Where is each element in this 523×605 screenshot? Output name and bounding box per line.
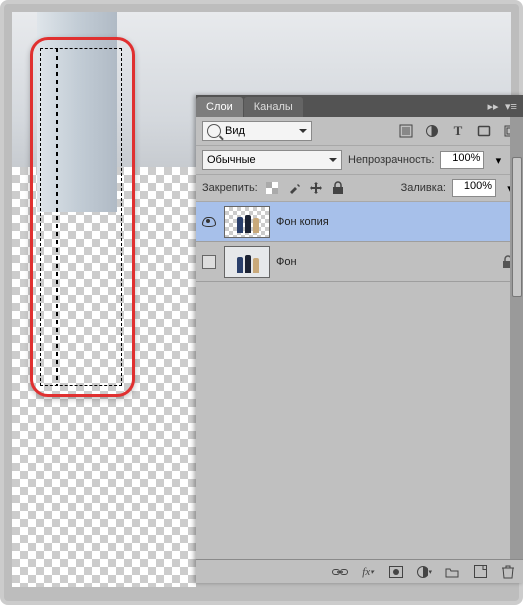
scrollbar-thumb[interactable] [512,157,522,297]
fx-icon[interactable]: fx▾ [360,564,376,580]
adjustment-layer-icon[interactable]: ▾ [416,564,432,580]
marquee-selection-inner [56,48,58,386]
layer-row[interactable]: Фон [196,242,523,282]
panel-body: Вид T Обычные Непрозрачность: [196,117,523,583]
layer-thumbnail[interactable] [224,246,270,278]
panel-footer: fx▾ ▾ [196,559,523,583]
shape-filter-icon[interactable] [476,123,492,139]
adjustment-filter-icon[interactable] [424,123,440,139]
lock-label: Закрепить: [202,182,258,194]
layer-name[interactable]: Фон [276,256,496,268]
checkbox-icon [202,255,216,269]
tab-channels[interactable]: Каналы [244,97,303,117]
kind-label: Вид [225,125,245,137]
fill-label: Заливка: [401,182,446,194]
pixel-filter-icon[interactable] [398,123,414,139]
lock-transparency-icon[interactable] [264,180,280,196]
app-frame: Слои Каналы ▸▸ ▾≡ Вид T [0,0,523,605]
opacity-input[interactable]: 100% [440,151,484,169]
visibility-toggle[interactable] [200,253,218,271]
panel-scrollbar[interactable] [510,117,523,559]
trash-icon[interactable] [500,564,516,580]
lock-paint-icon[interactable] [286,180,302,196]
group-icon[interactable] [444,564,460,580]
mask-icon[interactable] [388,564,404,580]
blend-mode-dropdown[interactable]: Обычные [202,150,342,170]
collapse-icon[interactable]: ▸▸ [486,99,500,113]
eye-icon [202,217,216,227]
lock-move-icon[interactable] [308,180,324,196]
transparency-grid [12,167,196,587]
blend-row: Обычные Непрозрачность: 100% ▾ [196,146,523,175]
blend-mode-value: Обычные [207,154,256,166]
panel-menu-icon[interactable]: ▾≡ [504,99,518,113]
canvas-area[interactable]: Слои Каналы ▸▸ ▾≡ Вид T [12,12,511,593]
fill-input[interactable]: 100% [452,179,496,197]
image-strip [37,12,117,212]
layer-name[interactable]: Фон копия [276,216,520,228]
visibility-toggle[interactable] [200,213,218,231]
opacity-label: Непрозрачность: [348,154,434,166]
layers-panel: Слои Каналы ▸▸ ▾≡ Вид T [196,95,523,583]
search-icon [207,124,221,138]
new-layer-icon[interactable] [472,564,488,580]
lock-row: Закрепить: Заливка: 100% ▾ [196,175,523,202]
panel-tabs: Слои Каналы ▸▸ ▾≡ [196,95,523,117]
lock-all-icon[interactable] [330,180,346,196]
layer-kind-dropdown[interactable]: Вид [202,121,312,141]
type-filter-icon[interactable]: T [450,123,466,139]
tab-layers[interactable]: Слои [196,97,243,117]
opacity-stepper[interactable]: ▾ [490,152,506,168]
layer-thumbnail[interactable] [224,206,270,238]
layers-list: Фон копия Фон [196,202,523,559]
link-icon[interactable] [332,564,348,580]
filter-row: Вид T [196,117,523,146]
layer-row[interactable]: Фон копия [196,202,523,242]
